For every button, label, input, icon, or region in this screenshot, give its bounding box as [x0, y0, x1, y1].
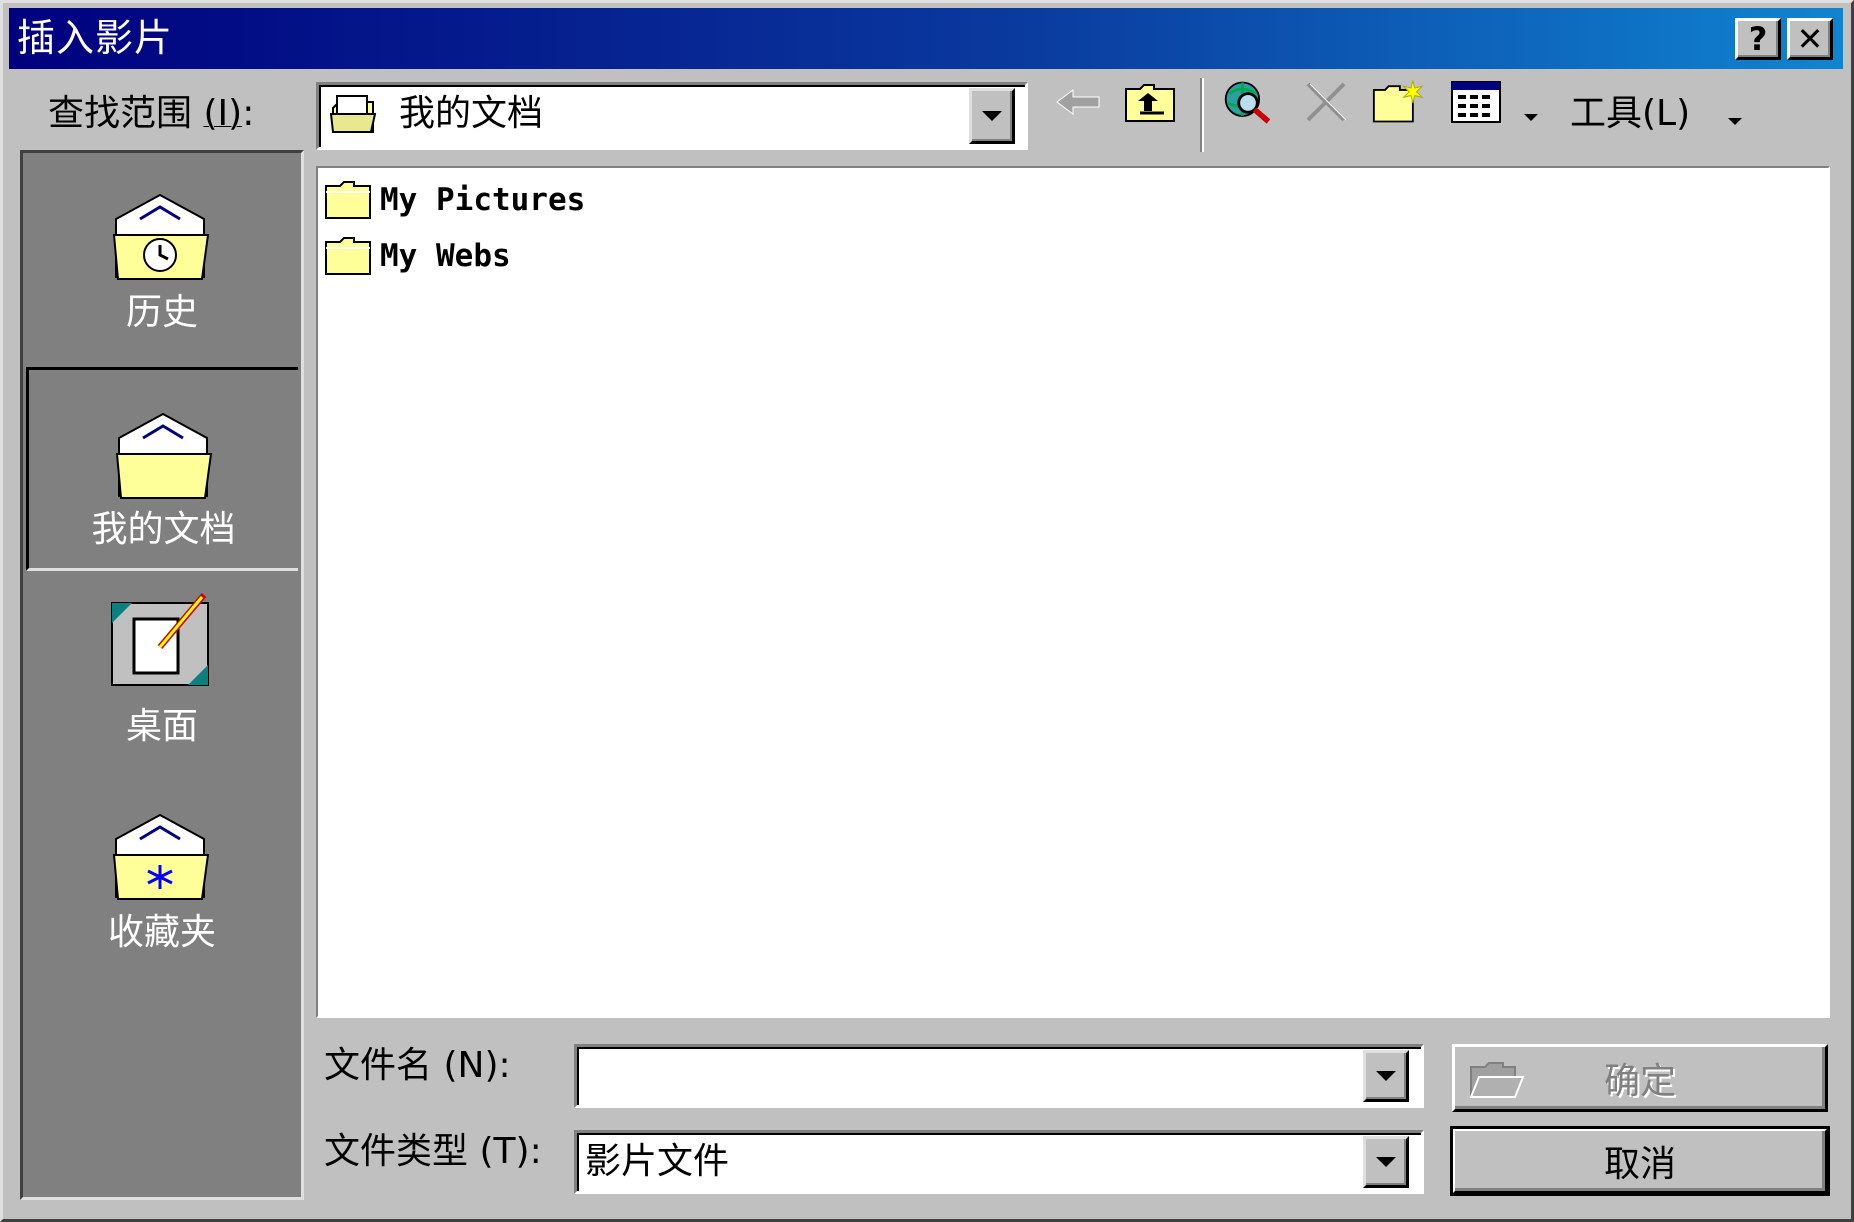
- chevron-down-icon: [1728, 118, 1742, 125]
- filetype-value: 影片文件: [585, 1141, 730, 1182]
- place-label: 我的文档: [91, 509, 236, 550]
- look-in-value: 我的文档: [399, 93, 544, 134]
- tools-dropdown-arrow[interactable]: [1728, 118, 1742, 125]
- filename-combobox[interactable]: [574, 1044, 1424, 1108]
- search-web-button[interactable]: [1222, 76, 1274, 128]
- help-button[interactable]: ?: [1735, 18, 1781, 60]
- my-documents-icon: [329, 94, 377, 140]
- places-bar: 历史 我的文档 桌面 收藏夹: [20, 150, 304, 1200]
- close-button[interactable]: ✕: [1787, 18, 1833, 60]
- folder-icon: [325, 237, 371, 275]
- views-button[interactable]: [1450, 76, 1502, 128]
- my-documents-folder-icon: [113, 408, 217, 506]
- chevron-down-icon: [982, 111, 1002, 121]
- views-icon: [1451, 81, 1501, 123]
- title-bar[interactable]: 插入影片 ? ✕: [9, 8, 1843, 69]
- desktop-icon: [108, 589, 218, 693]
- delete-icon: [1306, 82, 1347, 122]
- cancel-label: 取消: [1603, 1144, 1676, 1185]
- back-arrow-icon: [1056, 89, 1100, 115]
- up-folder-icon: [1125, 84, 1175, 122]
- place-desktop[interactable]: 桌面: [26, 571, 298, 771]
- place-my-documents[interactable]: 我的文档: [26, 367, 298, 571]
- look-in-dropdown-arrow[interactable]: [969, 88, 1015, 144]
- up-one-level-button[interactable]: [1124, 76, 1176, 128]
- new-folder-button[interactable]: [1372, 76, 1424, 128]
- tools-menu[interactable]: 工具(L): [1570, 94, 1690, 134]
- new-folder-icon: [1372, 80, 1424, 123]
- help-icon: ?: [1748, 20, 1768, 58]
- filetype-label: 文件类型 (T):: [324, 1131, 542, 1172]
- back-button[interactable]: [1052, 76, 1104, 128]
- file-name: My Webs: [380, 238, 511, 274]
- favorites-folder-icon: [110, 809, 214, 907]
- filename-dropdown-arrow[interactable]: [1363, 1050, 1409, 1102]
- ok-button[interactable]: 确定: [1452, 1044, 1828, 1112]
- history-folder-icon: [110, 189, 214, 287]
- filetype-dropdown-arrow[interactable]: [1363, 1136, 1409, 1188]
- close-icon: ✕: [1796, 20, 1824, 58]
- folder-icon: [325, 181, 371, 219]
- place-label: 收藏夹: [107, 912, 216, 953]
- filetype-dropdown[interactable]: 影片文件: [574, 1130, 1424, 1194]
- toolbar-separator: [1200, 78, 1204, 152]
- delete-button[interactable]: [1300, 76, 1352, 128]
- chevron-down-icon: [1376, 1071, 1396, 1081]
- place-label: 历史: [125, 292, 198, 333]
- look-in-label: 查找范围 (I):: [48, 93, 255, 134]
- file-name: My Pictures: [380, 182, 586, 218]
- filename-label: 文件名 (N):: [324, 1045, 511, 1086]
- search-web-icon: [1224, 81, 1271, 124]
- chevron-down-icon: [1524, 114, 1538, 121]
- open-folder-icon: [1469, 1057, 1525, 1110]
- place-favorites[interactable]: 收藏夹: [26, 771, 298, 985]
- list-item-my-webs[interactable]: My Webs: [324, 232, 511, 280]
- chevron-down-icon: [1376, 1157, 1396, 1167]
- place-history[interactable]: 历史: [26, 153, 298, 367]
- views-dropdown-arrow[interactable]: [1524, 114, 1538, 121]
- file-list[interactable]: My Pictures My Webs: [318, 168, 1828, 1016]
- cancel-button[interactable]: 取消: [1450, 1126, 1830, 1196]
- ok-label: 确定: [1603, 1061, 1676, 1102]
- place-label: 桌面: [125, 706, 198, 747]
- dialog-title: 插入影片: [17, 16, 174, 60]
- look-in-dropdown[interactable]: 我的文档: [316, 82, 1028, 150]
- list-item-my-pictures[interactable]: My Pictures: [324, 176, 585, 224]
